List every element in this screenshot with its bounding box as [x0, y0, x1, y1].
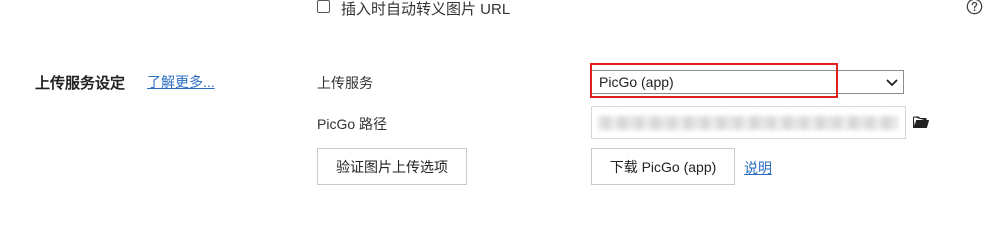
verify-upload-button[interactable]: 验证图片上传选项 [317, 148, 467, 185]
upload-service-selected-value: PicGo (app) [599, 74, 674, 90]
section-title: 上传服务设定 [35, 75, 126, 92]
explain-link[interactable]: 说明 [744, 158, 772, 178]
upload-service-select[interactable]: PicGo (app) [591, 70, 904, 94]
redacted-path-value [598, 116, 898, 130]
folder-icon[interactable] [913, 115, 929, 129]
download-picgo-button[interactable]: 下载 PicGo (app) [591, 148, 735, 185]
learn-more-link[interactable]: 了解更多... [147, 72, 215, 92]
picgo-path-input[interactable] [591, 106, 906, 139]
chevron-down-icon [886, 76, 898, 88]
question-circle-icon[interactable] [966, 0, 983, 15]
escape-url-checkbox-label[interactable]: 插入时自动转义图片 URL [341, 0, 510, 19]
upload-service-label: 上传服务 [317, 75, 373, 91]
picgo-path-label: PicGo 路径 [317, 116, 388, 132]
escape-url-checkbox[interactable] [317, 0, 330, 13]
